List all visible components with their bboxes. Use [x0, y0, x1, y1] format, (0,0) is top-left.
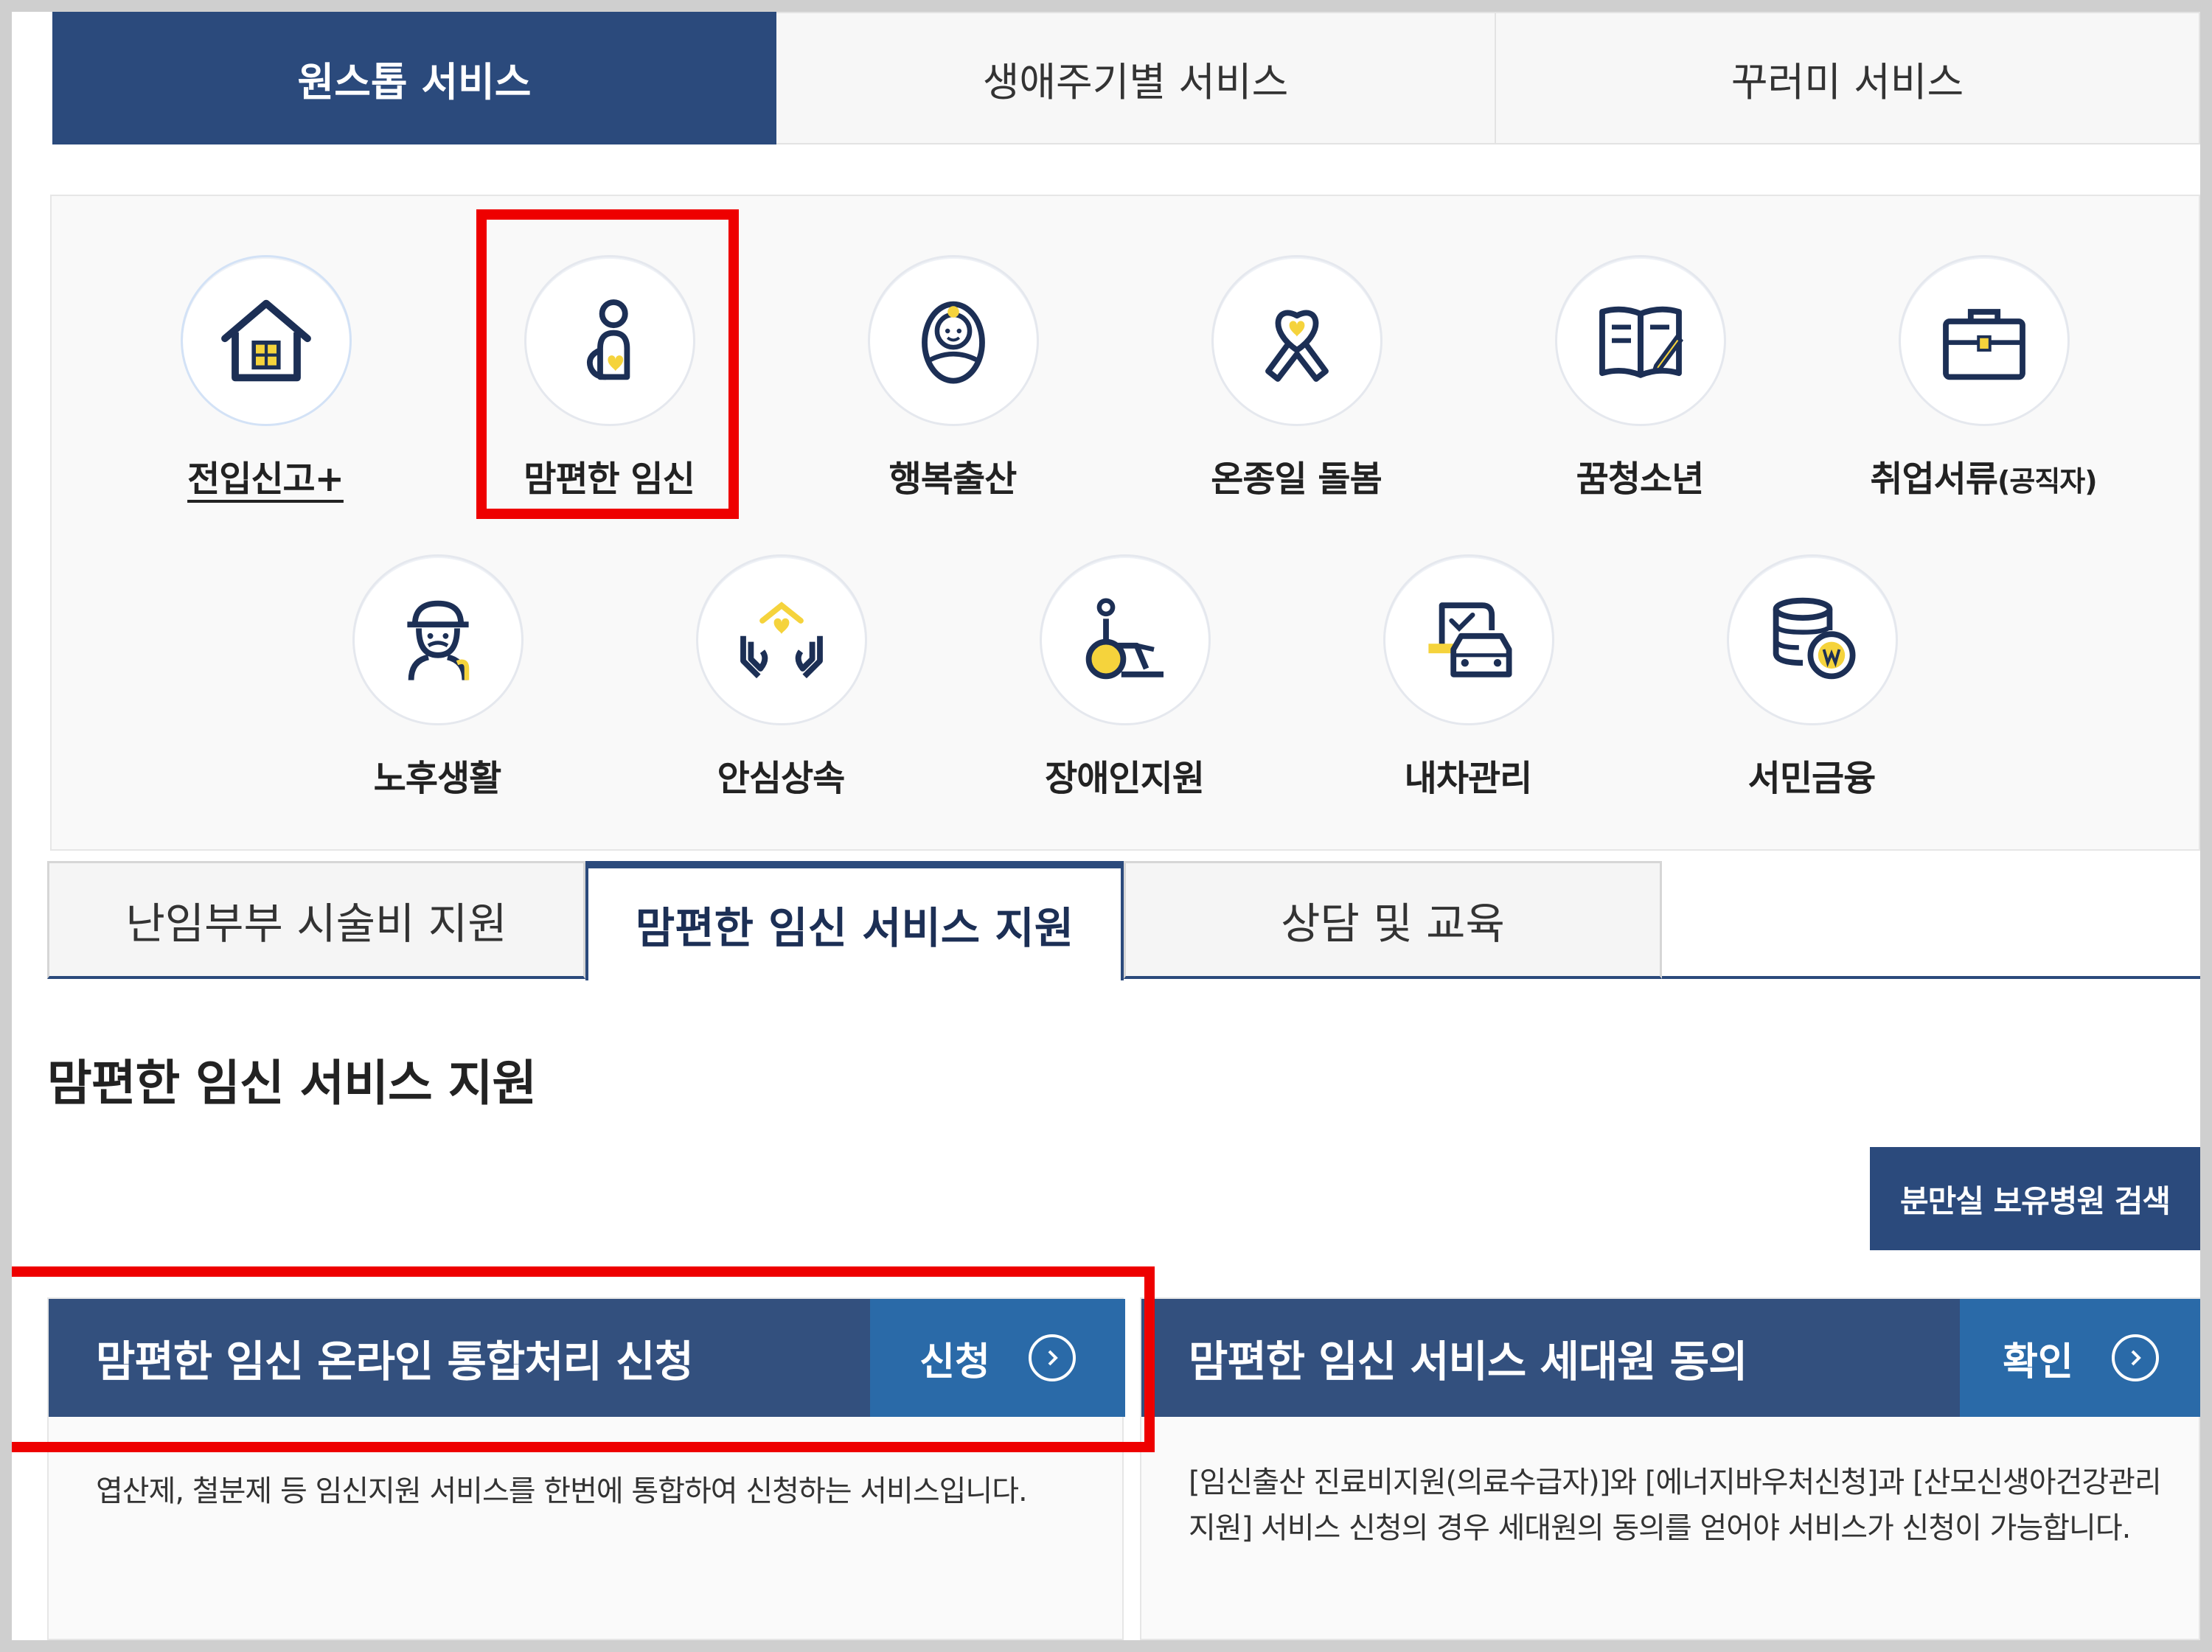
book-pen-icon: [1599, 306, 1684, 378]
card-household-consent: 맘편한 임신 서비스 세대원 동의 확인 [임신출산 진료비지원(의료수급자)]…: [1140, 1297, 2200, 1640]
hands-house-icon: [740, 602, 823, 679]
wheelchair-icon: [1085, 598, 1164, 680]
service-label: 행복출산: [888, 459, 1018, 500]
tab-infertility-support[interactable]: 난임부부 시술비 지원: [47, 861, 585, 979]
car-document-icon: [1428, 602, 1512, 677]
house-icon: [221, 299, 311, 382]
service-label: 노후생활: [373, 758, 502, 799]
service-icon-circle: [1555, 255, 1726, 426]
service-label: 내차관리: [1404, 758, 1533, 799]
highlight-box-pregnancy-icon: [476, 209, 739, 519]
service-public-finance[interactable]: 서민금융: [1679, 554, 1944, 820]
service-icon-circle: [1040, 554, 1211, 725]
tab-package-service[interactable]: 꾸러미 서비스: [1496, 12, 2200, 144]
service-label: 취업서류(공직자): [1851, 450, 2116, 501]
service-label: 안심상속: [717, 758, 846, 799]
coins-won-icon: [1773, 597, 1856, 680]
service-happy-birth[interactable]: 행복출산: [820, 255, 1085, 520]
service-icon-circle: [1899, 255, 2070, 426]
service-employment-documents[interactable]: 취업서류(공직자): [1851, 255, 2116, 520]
service-icon-circle: [1727, 554, 1898, 725]
service-icon-circle: [1211, 255, 1382, 426]
service-icon-circle: [352, 554, 524, 725]
ribbon-heart-icon: [1265, 310, 1329, 382]
service-label: 온종일 돌봄: [1211, 459, 1382, 500]
tab-lifecycle-service[interactable]: 생애주기별 서비스: [776, 12, 1496, 144]
confirm-button-label: 확인: [2003, 1339, 2073, 1384]
page-frame: 원스톱 서비스 생애주기별 서비스 꾸러미 서비스 전입신고+ 맘편한 임신 행…: [12, 12, 2200, 1640]
service-retirement-life[interactable]: 노후생활: [305, 554, 570, 820]
elderly-man-icon: [407, 600, 470, 680]
tab-onestop-service[interactable]: 원스톱 서비스: [52, 12, 776, 144]
card-description: [임신출산 진료비지원(의료수급자)]와 [에너지바우처신청]과 [산모신생아건…: [1189, 1460, 2162, 1551]
service-icon-circle: [1383, 554, 1554, 725]
service-icon-circle: [868, 255, 1039, 426]
card-description-line: 엽산제, 철분제 등 임신지원 서비스를 한번에 통합하여 신청하는 서비스입니…: [96, 1474, 1028, 1508]
service-safe-inheritance[interactable]: 안심상속: [648, 554, 914, 820]
service-label: 서민금융: [1747, 758, 1877, 799]
delivery-hospital-search-button[interactable]: 분만실 보유병원 검색: [1870, 1147, 2200, 1250]
service-label: 장애인지원: [1045, 758, 1205, 799]
service-icon-circle: [696, 554, 867, 725]
service-label-sub: (공직자): [1997, 465, 2098, 498]
confirm-button[interactable]: 확인: [1960, 1299, 2200, 1417]
service-icon-panel: 전입신고+ 맘편한 임신 행복출산 온종일 돌봄 꿈청소년 취업서류(공직자) …: [50, 195, 2200, 851]
card-description-line: [임신출산 진료비지원(의료수급자)]와 [에너지바우처신청]과 [산모신생아건…: [1189, 1465, 2162, 1499]
service-label: 꿈청소년: [1576, 459, 1705, 500]
chevron-right-icon: [2111, 1334, 2159, 1381]
service-all-day-care[interactable]: 온종일 돌봄: [1164, 255, 1429, 520]
card-title: 맘편한 임신 서비스 세대원 동의: [1189, 1336, 1747, 1387]
service-label-main: 취업서류: [1870, 459, 1998, 500]
tab-baseline: [1662, 976, 2200, 979]
service-dream-youth[interactable]: 꿈청소년: [1507, 255, 1773, 520]
tab-pregnancy-service-support[interactable]: 맘편한 임신 서비스 지원: [585, 861, 1124, 980]
baby-icon: [922, 301, 985, 384]
service-move-in-report[interactable]: 전입신고+: [133, 255, 398, 520]
tab-counseling-education[interactable]: 상담 및 교육: [1124, 861, 1662, 979]
card-description: 엽산제, 철분제 등 임신지원 서비스를 한번에 통합하여 신청하는 서비스입니…: [96, 1468, 1028, 1514]
briefcase-icon: [1943, 309, 2025, 380]
service-my-car[interactable]: 내차관리: [1335, 554, 1601, 820]
highlight-box-apply-card: [12, 1266, 1155, 1452]
service-disability-support[interactable]: 장애인지원: [992, 554, 1257, 820]
service-icon-circle: [181, 255, 352, 426]
card-description-line: 지원] 서비스 신청의 경우 세대원의 동의를 얻어야 서비스가 신청이 가능합…: [1189, 1511, 2131, 1545]
section-title: 맘편한 임신 서비스 지원: [47, 1055, 537, 1112]
service-label: 전입신고+: [187, 459, 344, 500]
